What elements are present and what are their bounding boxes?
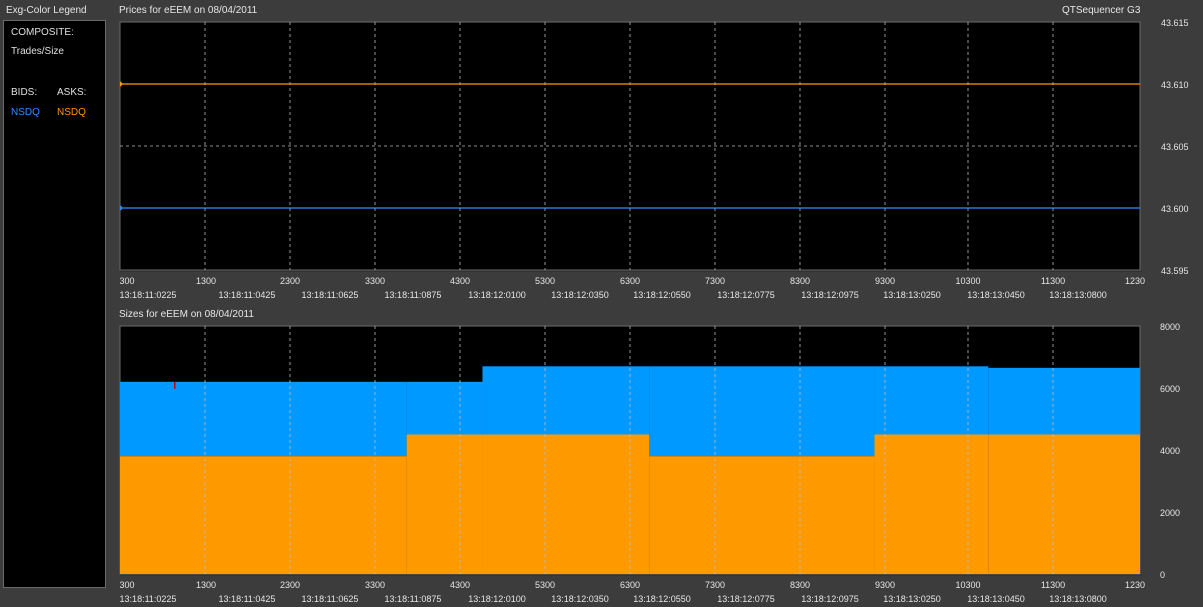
size-ask-segment	[988, 434, 1140, 574]
size-y-tick-label: 0	[1160, 570, 1165, 580]
charts-canvas: 43.615 43.610 43.605 43.600 43.595 300 1300 230…	[119, 18, 1189, 604]
size-x-tick-label: 7300	[705, 580, 725, 590]
price-x-tick-label: 8300	[790, 276, 810, 286]
size-x-tick-label: 8300	[790, 580, 810, 590]
price-y-tick-label: 43.610	[1161, 80, 1189, 90]
size-x-tick-label: 2300	[280, 580, 300, 590]
size-ask-segment	[406, 434, 483, 574]
price-x-tick-label: 1230	[1125, 276, 1145, 286]
size-time-label: 13:18:12:0100	[468, 594, 526, 604]
price-time-label: 13:18:12:0100	[468, 290, 526, 300]
size-ask-segment	[482, 434, 650, 574]
size-ask-segment	[120, 456, 407, 574]
size-time-label: 13:18:11:0875	[385, 594, 442, 604]
size-x-tick-label: 1230	[1125, 580, 1145, 590]
size-time-label: 13:18:12:0775	[717, 594, 775, 604]
size-time-label: 13:18:11:0625	[302, 594, 359, 604]
size-ask-segment	[874, 434, 989, 574]
size-x-tick-label: 5300	[535, 580, 555, 590]
price-time-label: 13:18:12:0350	[551, 290, 609, 300]
price-time-label: 13:18:11:0875	[385, 290, 442, 300]
size-bid-segment	[988, 367, 1140, 435]
size-x-tick-label: 3300	[365, 580, 385, 590]
price-x-tick-label: 3300	[365, 276, 385, 286]
price-time-label: 13:18:11:0625	[302, 290, 359, 300]
price-y-tick-label: 43.615	[1161, 18, 1189, 28]
size-bid-segment	[874, 366, 989, 435]
size-time-label: 13:18:11:0225	[120, 594, 177, 604]
size-ask-segment	[649, 456, 875, 574]
size-x-tick-label: 9300	[875, 580, 895, 590]
size-time-label: 13:18:13:0450	[967, 594, 1025, 604]
price-x-tick-label: 300	[119, 276, 134, 286]
size-x-tick-label: 11300	[1041, 580, 1065, 590]
price-time-label: 13:18:12:0550	[633, 290, 691, 300]
size-y-tick-label: 2000	[1160, 508, 1180, 518]
price-x-tick-label: 1300	[196, 276, 216, 286]
size-bid-segment	[120, 381, 407, 457]
price-time-label: 13:18:12:0975	[801, 290, 859, 300]
size-x-tick-label: 1300	[196, 580, 216, 590]
size-x-tick-label: 10300	[955, 580, 980, 590]
price-x-tick-label: 11300	[1041, 276, 1065, 286]
size-y-tick-label: 8000	[1160, 322, 1180, 332]
price-x-tick-label: 2300	[280, 276, 300, 286]
size-y-tick-label: 4000	[1160, 446, 1180, 456]
size-x-tick-label: 6300	[620, 580, 640, 590]
price-time-label: 13:18:13:0800	[1049, 290, 1107, 300]
price-time-label: 13:18:13:0450	[967, 290, 1025, 300]
size-bid-segment	[649, 366, 875, 457]
price-y-tick-label: 43.595	[1161, 266, 1189, 276]
price-x-tick-label: 9300	[875, 276, 895, 286]
price-x-tick-label: 4300	[450, 276, 470, 286]
size-x-tick-label: 300	[119, 580, 134, 590]
price-time-label: 13:18:13:0250	[883, 290, 941, 300]
size-time-label: 13:18:12:0550	[633, 594, 691, 604]
size-bid-segment	[482, 366, 650, 435]
price-x-tick-label: 5300	[535, 276, 555, 286]
price-x-tick-label: 7300	[705, 276, 725, 286]
price-y-tick-label: 43.600	[1161, 204, 1189, 214]
size-x-tick-label: 4300	[450, 580, 470, 590]
size-time-label: 13:18:12:0350	[551, 594, 609, 604]
price-time-label: 13:18:11:0425	[219, 290, 276, 300]
size-y-tick-label: 6000	[1160, 384, 1180, 394]
price-time-label: 13:18:11:0225	[120, 290, 177, 300]
size-bid-segment	[406, 381, 483, 435]
price-x-tick-label: 6300	[620, 276, 640, 286]
price-time-label: 13:18:12:0775	[717, 290, 775, 300]
size-time-label: 13:18:13:0800	[1049, 594, 1107, 604]
size-time-label: 13:18:13:0250	[883, 594, 941, 604]
price-x-tick-label: 10300	[955, 276, 980, 286]
price-y-tick-label: 43.605	[1161, 142, 1189, 152]
size-time-label: 13:18:12:0975	[801, 594, 859, 604]
size-time-label: 13:18:11:0425	[219, 594, 276, 604]
